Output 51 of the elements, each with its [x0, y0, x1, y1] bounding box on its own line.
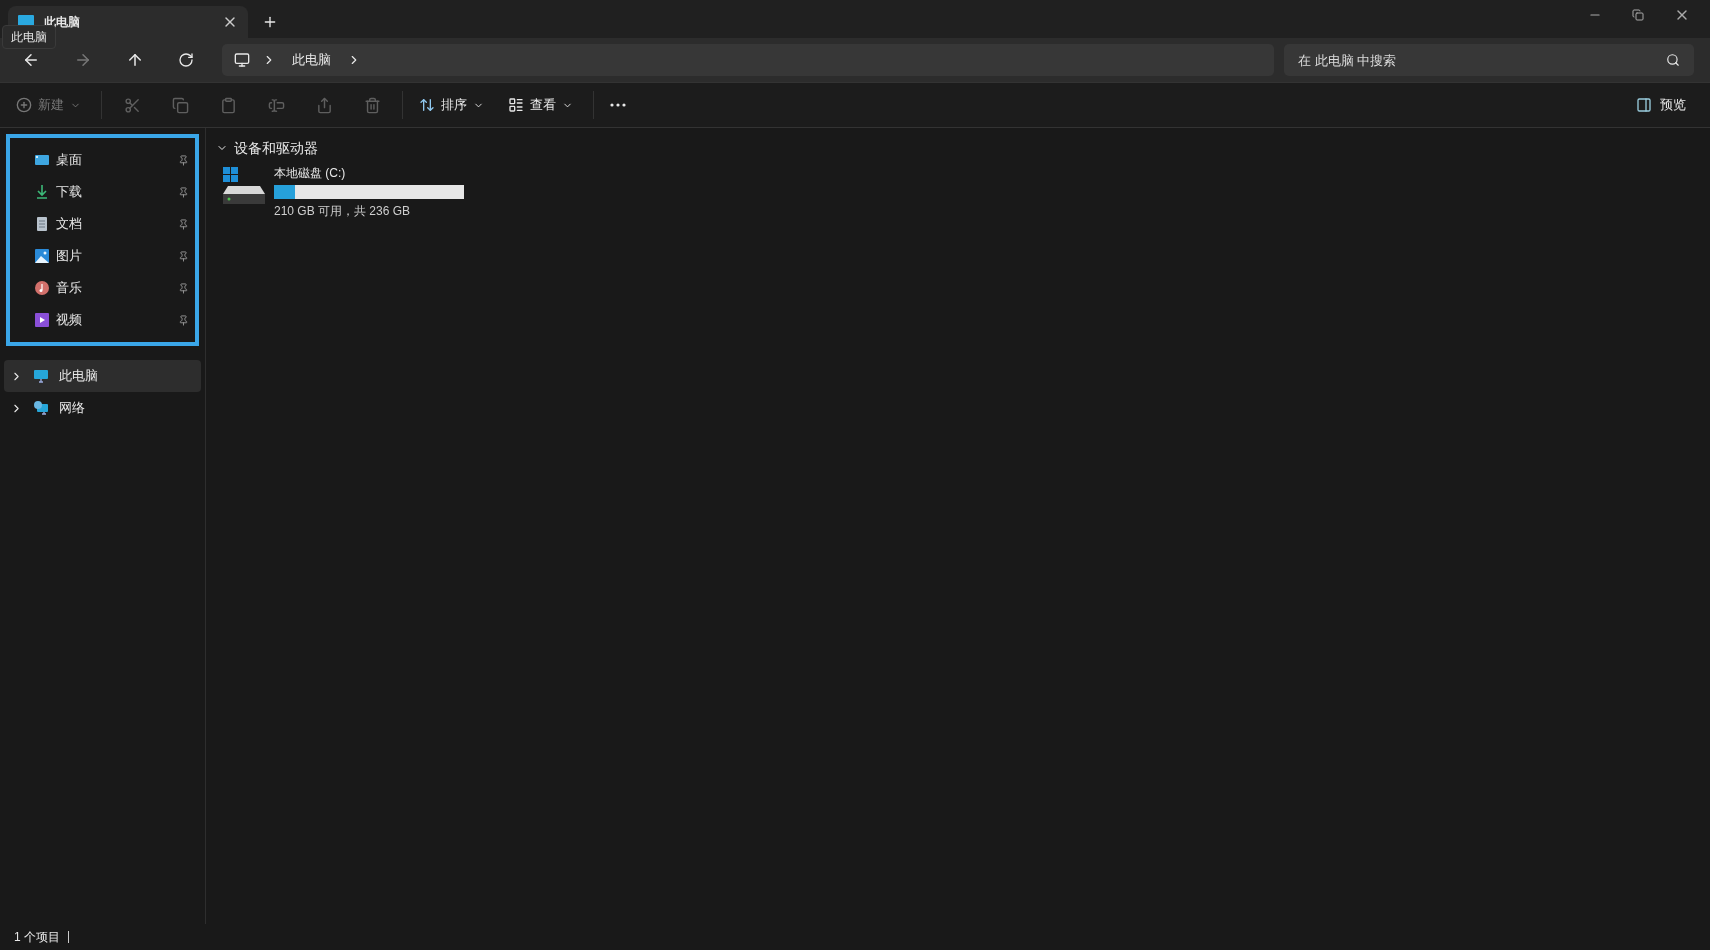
sidebar-item[interactable]: 音乐: [10, 272, 195, 304]
document-icon: [34, 216, 50, 232]
sidebar-item[interactable]: 下载: [10, 176, 195, 208]
picture-icon: [34, 248, 50, 264]
restore-icon[interactable]: [1632, 9, 1644, 21]
monitor-icon: [234, 52, 250, 68]
item-count: 1 个项目: [14, 929, 60, 946]
preview-button[interactable]: 预览: [1636, 95, 1694, 115]
network-globe-icon: [33, 400, 49, 416]
address-bar[interactable]: 此电脑: [222, 44, 1274, 76]
plus-circle-icon: [16, 97, 32, 113]
sidebar-item[interactable]: 此电脑: [4, 360, 201, 392]
pin-icon[interactable]: [178, 250, 189, 262]
section-header[interactable]: 设备和驱动器: [216, 136, 318, 160]
cut-icon: [123, 96, 141, 114]
rename-icon: [267, 96, 285, 114]
sidebar-item[interactable]: 网络: [4, 392, 201, 424]
sort-icon: [419, 97, 435, 113]
desktop-folder-icon: [34, 152, 50, 168]
copy-icon: [171, 96, 189, 114]
drive-space-text: 210 GB 可用，共 236 GB: [274, 203, 412, 220]
refresh-icon[interactable]: [178, 52, 194, 68]
trash-icon: [363, 96, 381, 114]
share-icon: [315, 96, 333, 114]
pin-icon[interactable]: [178, 154, 189, 166]
pin-icon[interactable]: [178, 314, 189, 326]
monitor-icon: [33, 368, 49, 384]
download-arrow-icon: [34, 184, 50, 200]
pin-icon[interactable]: [178, 186, 189, 198]
search-icon[interactable]: [1666, 53, 1680, 67]
video-icon: [34, 312, 50, 328]
music-note-icon: [34, 280, 50, 296]
forward-arrow-icon[interactable]: [74, 51, 92, 69]
breadcrumb-item[interactable]: 此电脑: [288, 50, 335, 70]
sort-button[interactable]: 排序: [409, 95, 494, 115]
drive-item[interactable]: 本地磁盘 (C:) 210 GB 可用，共 236 GB: [216, 164, 470, 220]
more-icon: [610, 103, 626, 107]
pin-icon[interactable]: [178, 282, 189, 294]
list-view-icon: [508, 97, 524, 113]
sidebar-item[interactable]: 图片: [10, 240, 195, 272]
pin-icon[interactable]: [178, 218, 189, 230]
panel-icon: [1636, 97, 1652, 113]
clipboard-icon: [219, 96, 237, 114]
sidebar-item[interactable]: 视频: [10, 304, 195, 336]
view-button[interactable]: 查看: [494, 95, 587, 115]
drive-icon: [222, 166, 266, 206]
sidebar-item[interactable]: 桌面: [10, 144, 195, 176]
search-field[interactable]: 在 此电脑 中搜索: [1284, 44, 1694, 76]
sidebar-item[interactable]: 文档: [10, 208, 195, 240]
drive-name: 本地磁盘 (C:): [274, 165, 347, 182]
new-tab-icon[interactable]: [262, 14, 278, 30]
